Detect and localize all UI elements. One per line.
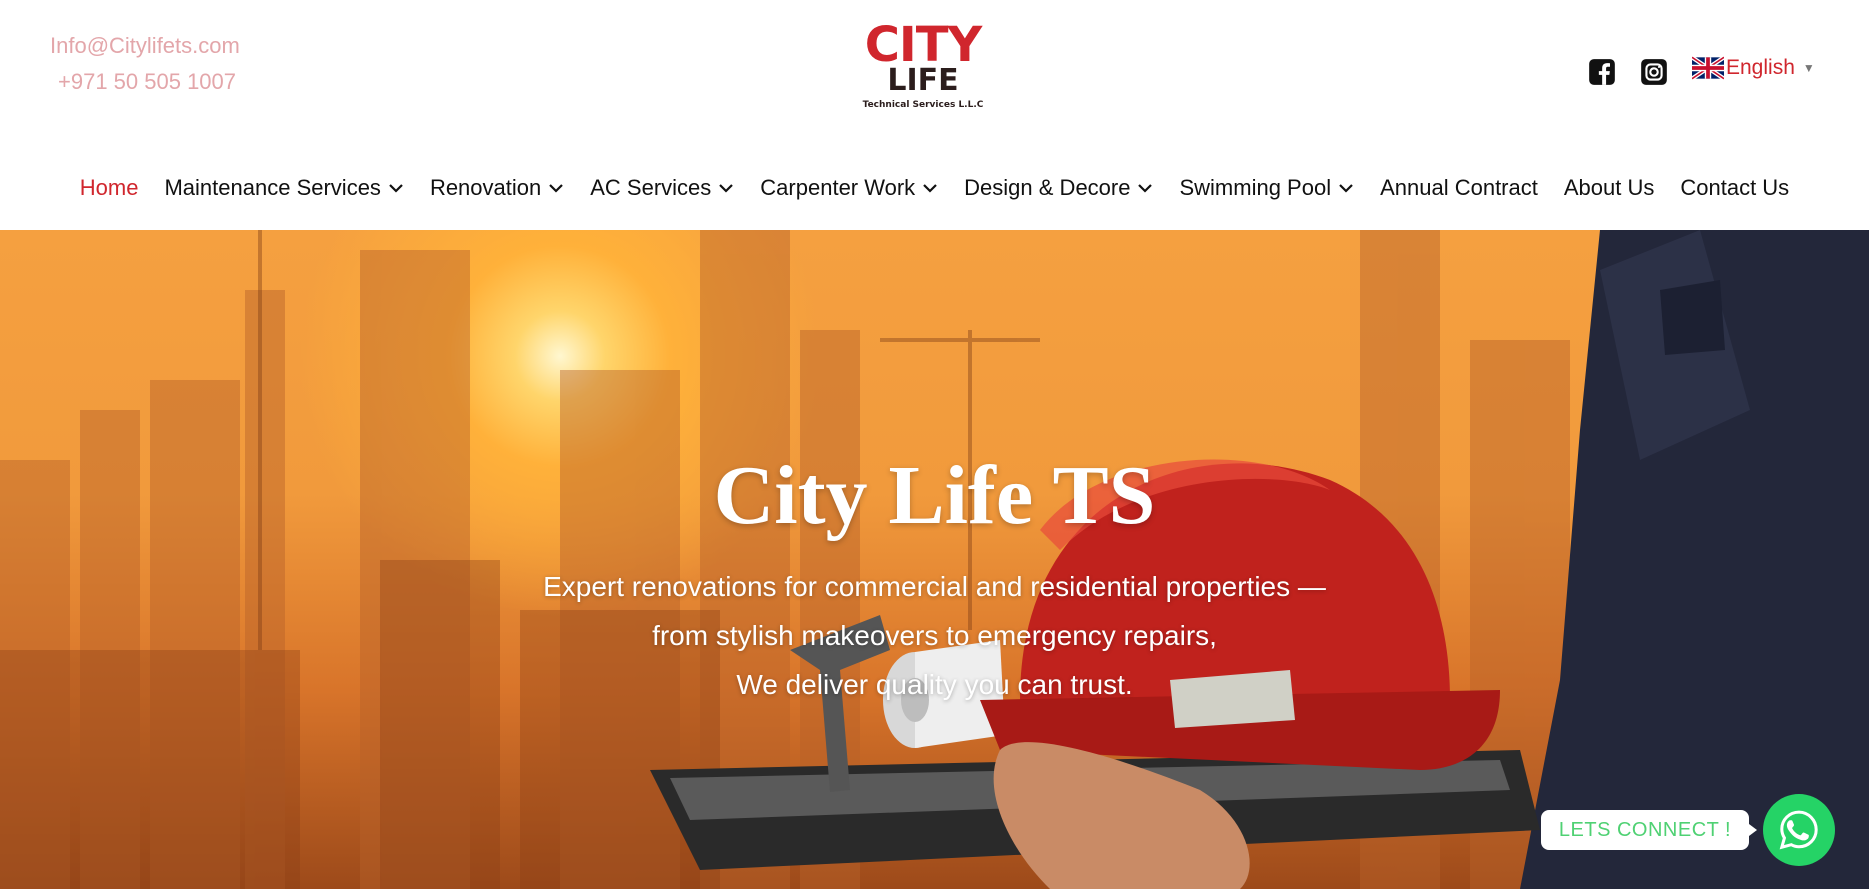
hero-banner: City Life TS Expert renovations for comm… xyxy=(0,230,1869,889)
nav-item-home[interactable]: Home xyxy=(80,175,139,201)
nav-label: Maintenance Services xyxy=(164,175,381,200)
hero-subtitle: Expert renovations for commercial and re… xyxy=(0,562,1869,709)
uk-flag-icon xyxy=(1692,56,1724,80)
whatsapp-button[interactable] xyxy=(1763,794,1835,866)
hero-subtitle-line: Expert renovations for commercial and re… xyxy=(543,571,1326,602)
chat-prompt-label: LETS CONNECT ! xyxy=(1558,818,1732,841)
site-logo[interactable]: CITY LIFE Technical Services L.L.C xyxy=(858,17,988,122)
site-header: Info@Citylifets.com +971 50 505 1007 CIT… xyxy=(0,0,1869,230)
chevron-down-icon xyxy=(923,184,937,193)
chevron-down-icon xyxy=(1339,184,1353,193)
phone-link[interactable]: +971 50 505 1007 xyxy=(50,64,240,100)
chat-prompt-bubble[interactable]: LETS CONNECT ! xyxy=(1541,810,1757,850)
hero-title: City Life TS xyxy=(713,449,1156,542)
nav-label: Annual Contract xyxy=(1380,175,1538,200)
nav-item-design-decore[interactable]: Design & Decore xyxy=(964,175,1153,201)
nav-label: Carpenter Work xyxy=(760,175,916,200)
language-label: English xyxy=(1726,56,1795,79)
nav-item-carpenter-work[interactable]: Carpenter Work xyxy=(760,175,938,201)
chevron-down-icon xyxy=(1138,184,1153,193)
hero-background-image xyxy=(0,230,1869,889)
instagram-icon[interactable] xyxy=(1640,58,1668,86)
chevron-down-icon xyxy=(719,184,734,193)
nav-label: AC Services xyxy=(590,175,712,200)
nav-item-maintenance-services[interactable]: Maintenance Services xyxy=(164,175,403,201)
facebook-icon[interactable] xyxy=(1588,58,1616,86)
nav-item-about-us[interactable]: About Us xyxy=(1564,175,1655,201)
nav-label: Home xyxy=(79,175,139,200)
nav-item-ac-services[interactable]: AC Services xyxy=(590,175,734,201)
contact-info: Info@Citylifets.com +971 50 505 1007 xyxy=(50,28,240,100)
logo-text-city: CITY xyxy=(864,17,983,73)
nav-label: Renovation xyxy=(429,175,542,200)
chevron-down-icon xyxy=(549,184,564,193)
nav-label: About Us xyxy=(1563,175,1655,200)
whatsapp-icon xyxy=(1779,810,1818,850)
hero-subtitle-line: We deliver quality you can trust. xyxy=(736,669,1133,700)
nav-item-contact-us[interactable]: Contact Us xyxy=(1680,175,1789,201)
language-selector[interactable]: English ▼ xyxy=(1692,56,1815,80)
caret-down-icon: ▼ xyxy=(1802,61,1815,75)
nav-label: Design & Decore xyxy=(964,175,1131,200)
hero-subtitle-line: from stylish makeovers to emergency repa… xyxy=(652,620,1217,651)
chevron-down-icon xyxy=(389,184,403,193)
main-nav: Home Maintenance Services Renovation AC … xyxy=(0,168,1869,208)
nav-item-annual-contract[interactable]: Annual Contract xyxy=(1380,175,1538,201)
nav-label: Swimming Pool xyxy=(1179,175,1332,200)
nav-label: Contact Us xyxy=(1680,175,1790,200)
nav-item-renovation[interactable]: Renovation xyxy=(430,175,564,201)
logo-text-subtitle: Technical Services L.L.C xyxy=(862,100,984,110)
email-link[interactable]: Info@Citylifets.com xyxy=(50,28,240,64)
nav-item-swimming-pool[interactable]: Swimming Pool xyxy=(1179,175,1354,201)
